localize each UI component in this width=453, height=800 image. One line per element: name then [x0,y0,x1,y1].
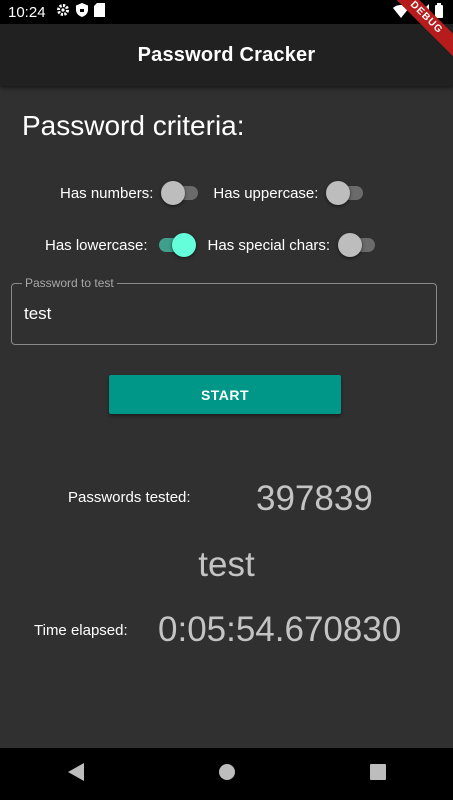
switch-thumb [338,233,363,257]
criteria-row-1: Has numbers: Has uppercase: [60,181,378,205]
passwords-tested-value: 397839 [256,479,373,518]
app-bar: Password Cracker [0,24,453,86]
switch-thumb [171,233,196,257]
status-icons [56,3,105,21]
start-button[interactable]: START [109,375,341,414]
recents-icon [369,763,386,785]
has-special-switch[interactable] [338,233,378,257]
status-bar: 10:24 [0,0,453,24]
current-password: test [198,545,255,584]
time-elapsed-value: 0:05:54.670830 [158,610,402,649]
time-elapsed-label: Time elapsed: [34,622,128,639]
sd-card-icon [93,3,105,21]
has-lowercase-switch[interactable] [156,233,196,257]
gear-icon [56,3,70,21]
app-title: Password Cracker [137,43,316,66]
has-uppercase-label: Has uppercase: [213,184,319,202]
back-icon [67,762,84,786]
has-lowercase-label: Has lowercase: [45,236,148,254]
navigation-bar [0,748,453,800]
home-icon [218,763,235,785]
switch-thumb [326,181,351,205]
status-time: 10:24 [8,3,46,21]
home-button[interactable] [197,754,257,794]
shield-icon [75,3,88,21]
password-field[interactable]: Password to test test [11,276,437,345]
switch-thumb [161,181,186,205]
recents-button[interactable] [348,754,408,794]
criteria-row-2: Has lowercase: Has special chars: [45,233,390,257]
passwords-tested-label: Passwords tested: [68,489,191,506]
has-numbers-switch[interactable] [161,181,201,205]
has-numbers-label: Has numbers: [60,184,154,202]
password-field-value[interactable]: test [24,304,51,324]
has-uppercase-switch[interactable] [326,181,366,205]
criteria-heading: Password criteria: [22,110,245,141]
has-special-label: Has special chars: [207,236,331,254]
password-field-label: Password to test [22,276,117,290]
back-button[interactable] [46,754,106,794]
